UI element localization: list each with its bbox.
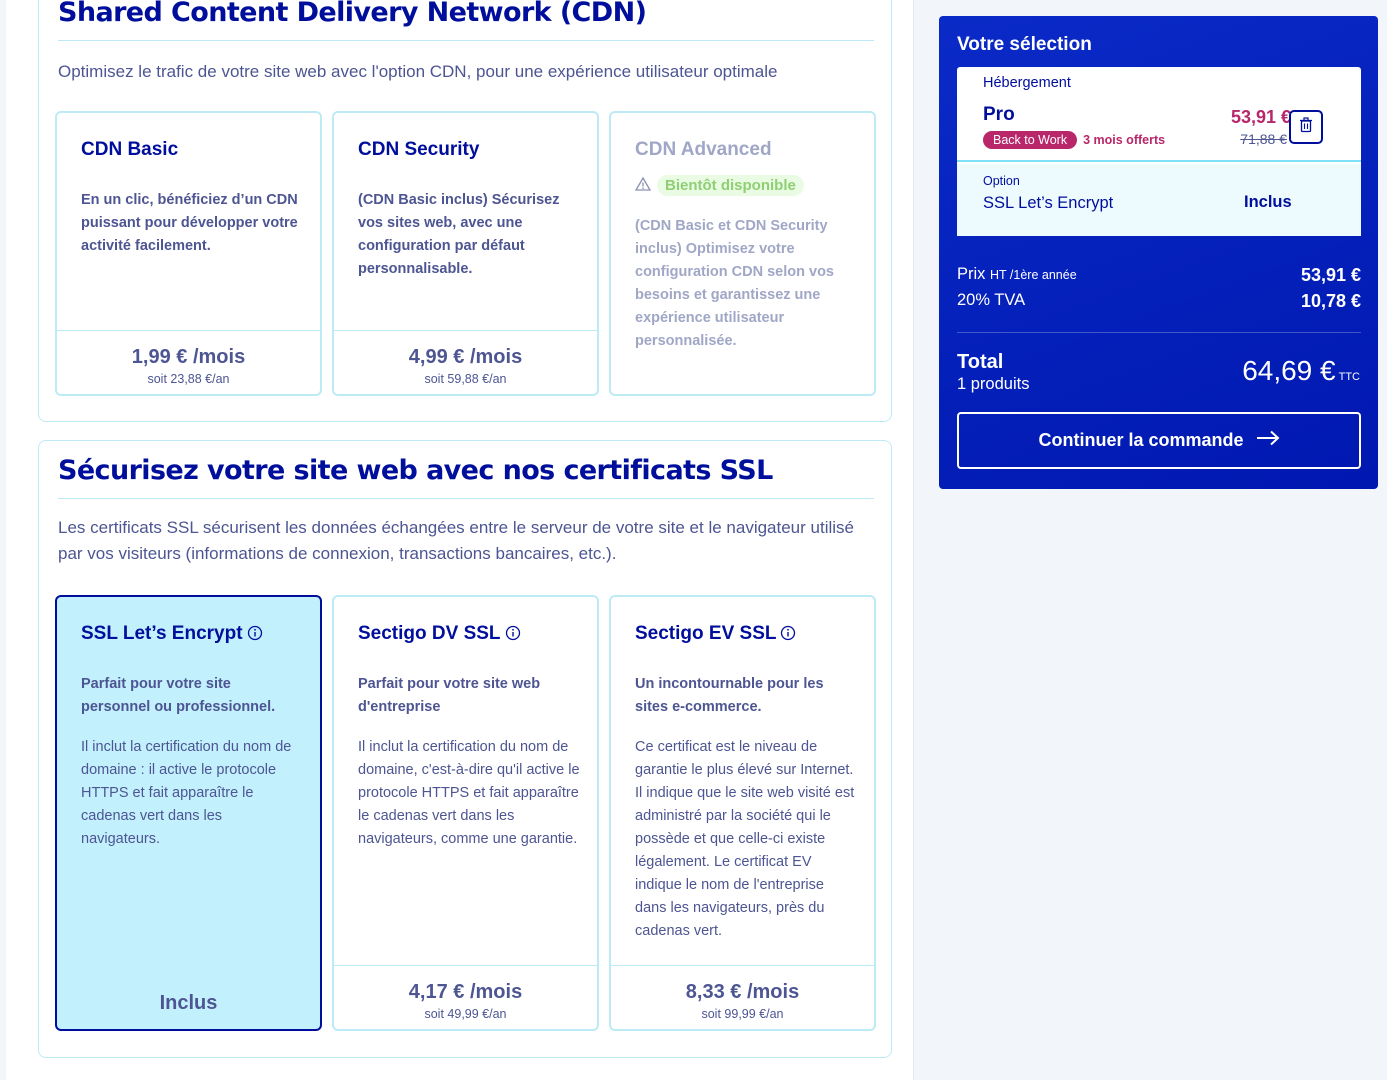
- card-price-footer: 1,99 € /mois soit 23,88 €/an: [57, 330, 320, 394]
- price-row: Prix HT /1ère année 53,91 €: [957, 265, 1361, 286]
- ssl-section: Sécurisez votre site web avec nos certif…: [38, 440, 892, 1058]
- item-category: Hébergement: [983, 75, 1071, 91]
- total-value: 64,69 € TTC: [1242, 355, 1360, 387]
- price-label-group: Prix HT /1ère année: [957, 265, 1077, 286]
- option-name: SSL Let’s Encrypt: [983, 194, 1114, 212]
- summary-divider: [957, 332, 1361, 333]
- info-icon[interactable]: [780, 625, 796, 647]
- card-body: Ce certificat est le niveau de garantie …: [635, 739, 855, 939]
- ssl-card-sectigo-dv[interactable]: Sectigo DV SSL Parfait pour votre site w…: [332, 595, 599, 1031]
- card-name: Sectigo EV SSL: [635, 623, 777, 644]
- item-old-price: 71,88 €: [1240, 131, 1287, 147]
- yearly-price: soit 99,99 €/an: [701, 1007, 784, 1021]
- monthly-price: 4,17 € /mois: [408, 981, 523, 1003]
- price-label: Prix: [957, 265, 986, 283]
- card-name-row: Sectigo DV SSL: [358, 623, 578, 647]
- coming-soon-badge: Bientôt disponible: [657, 175, 804, 196]
- card-name: SSL Let’s Encrypt: [81, 623, 243, 644]
- option-category: Option: [983, 174, 1020, 188]
- price-label-detail: HT /1ère année: [990, 268, 1077, 282]
- cdn-section: Shared Content Delivery Network (CDN) Op…: [38, 0, 892, 422]
- total-suffix: TTC: [1338, 371, 1360, 383]
- cdn-section-description: Optimisez le trafic de votre site web av…: [58, 62, 778, 81]
- ssl-section-description: Les certificats SSL sécurisent les donné…: [58, 518, 854, 563]
- card-lead: En un clic, bénéficiez d’un CDN puissant…: [81, 192, 298, 254]
- main-panel: Shared Content Delivery Network (CDN) Op…: [6, 0, 914, 1080]
- card-price-footer: 4,17 € /mois soit 49,99 €/an: [334, 965, 597, 1029]
- card-lead: Parfait pour votre site personnel ou pro…: [81, 676, 276, 715]
- card-lead: (CDN Basic et CDN Security inclus) Optim…: [635, 218, 834, 349]
- promo-row: Back to Work 3 mois offerts: [983, 131, 1165, 149]
- cart-item-option: Option SSL Let’s Encrypt Inclus: [957, 164, 1361, 236]
- yearly-price: soit 49,99 €/an: [424, 1007, 507, 1021]
- cart-item-hosting: Hébergement Pro Back to Work 3 mois offe…: [957, 67, 1361, 162]
- item-name: Pro: [983, 104, 1015, 125]
- price-value: 53,91 €: [1300, 265, 1361, 285]
- warning-icon: [634, 176, 652, 196]
- cdn-card-security[interactable]: CDN Security (CDN Basic inclus) Sécurise…: [332, 111, 599, 396]
- monthly-price: 8,33 € /mois: [685, 981, 800, 1003]
- tva-label: 20% TVA: [957, 291, 1026, 309]
- card-name: Sectigo DV SSL: [358, 623, 501, 644]
- info-icon[interactable]: [247, 625, 263, 647]
- monthly-price: 4,99 € /mois: [408, 346, 523, 368]
- cdn-card-basic[interactable]: CDN Basic En un clic, bénéficiez d’un CD…: [55, 111, 322, 396]
- ssl-section-title: Sécurisez votre site web avec nos certif…: [58, 451, 874, 499]
- card-lead: Un incontournable pour les sites e-comme…: [635, 676, 824, 715]
- included-label: Inclus: [159, 992, 218, 1014]
- cart-items: Hébergement Pro Back to Work 3 mois offe…: [957, 67, 1361, 236]
- card-lead: Parfait pour votre site web d'entreprise: [358, 676, 541, 715]
- cart-summary: Votre sélection Hébergement Pro Back to …: [939, 16, 1378, 489]
- ssl-card-letsencrypt[interactable]: SSL Let’s Encrypt Parfait pour votre sit…: [55, 595, 322, 1031]
- promo-badge: Back to Work: [983, 131, 1078, 149]
- cdn-card-advanced: CDN Advanced Bientôt disponible (CDN Bas…: [609, 111, 876, 396]
- total-label: Total: [957, 351, 1004, 373]
- card-body: Il inclut la certification du nom de dom…: [358, 739, 580, 847]
- card-price-footer: 4,99 € /mois soit 59,88 €/an: [334, 330, 597, 394]
- yearly-price: soit 59,88 €/an: [424, 372, 507, 386]
- trash-icon: [1299, 117, 1313, 137]
- card-name: CDN Security: [358, 139, 480, 160]
- continue-order-label: Continuer la commande: [1038, 430, 1244, 450]
- remove-item-button[interactable]: [1289, 110, 1323, 144]
- continue-order-button[interactable]: Continuer la commande: [957, 412, 1361, 469]
- cart-title: Votre sélection: [957, 34, 1092, 55]
- coming-soon: Bientôt disponible: [634, 175, 804, 196]
- card-lead: (CDN Basic inclus) Sécurisez vos sites w…: [358, 192, 560, 277]
- card-name: CDN Advanced: [635, 139, 772, 160]
- option-value: Inclus: [1244, 193, 1292, 211]
- card-price-footer: 8,33 € /mois soit 99,99 €/an: [611, 965, 874, 1029]
- card-body: Il inclut la certification du nom de dom…: [81, 739, 292, 847]
- yearly-price: soit 23,88 €/an: [147, 372, 230, 386]
- info-icon[interactable]: [505, 625, 521, 647]
- promo-text: 3 mois offerts: [1083, 133, 1166, 147]
- total-count: 1 produits: [957, 375, 1030, 393]
- ssl-card-sectigo-ev[interactable]: Sectigo EV SSL Un incontournable pour le…: [609, 595, 876, 1031]
- total-amount: 64,69 €: [1242, 355, 1336, 386]
- tva-row: 20% TVA 10,78 €: [957, 291, 1361, 312]
- card-name: CDN Basic: [81, 139, 179, 160]
- cdn-section-title: Shared Content Delivery Network (CDN): [58, 0, 874, 41]
- card-name-row: Sectigo EV SSL: [635, 623, 855, 647]
- monthly-price: 1,99 € /mois: [131, 346, 246, 368]
- tva-value: 10,78 €: [1300, 291, 1361, 311]
- item-price: 53,91 €: [1230, 107, 1291, 127]
- arrow-right-icon: [1244, 430, 1280, 451]
- card-name-row: SSL Let’s Encrypt: [81, 623, 301, 647]
